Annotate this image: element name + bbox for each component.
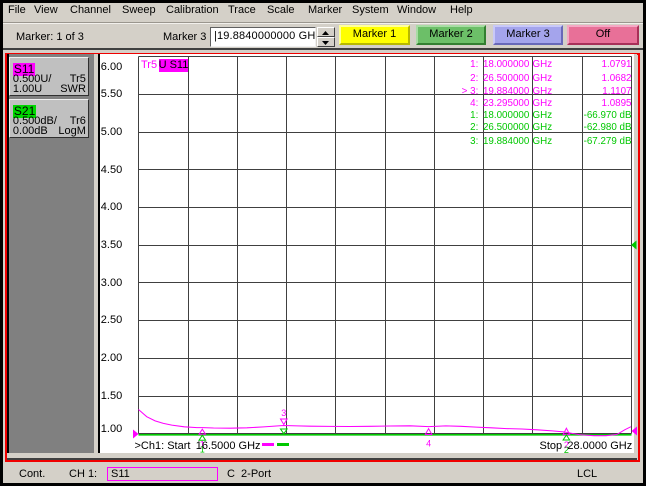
svg-text:3: 3 xyxy=(281,408,286,418)
svg-text:4: 4 xyxy=(426,438,431,448)
